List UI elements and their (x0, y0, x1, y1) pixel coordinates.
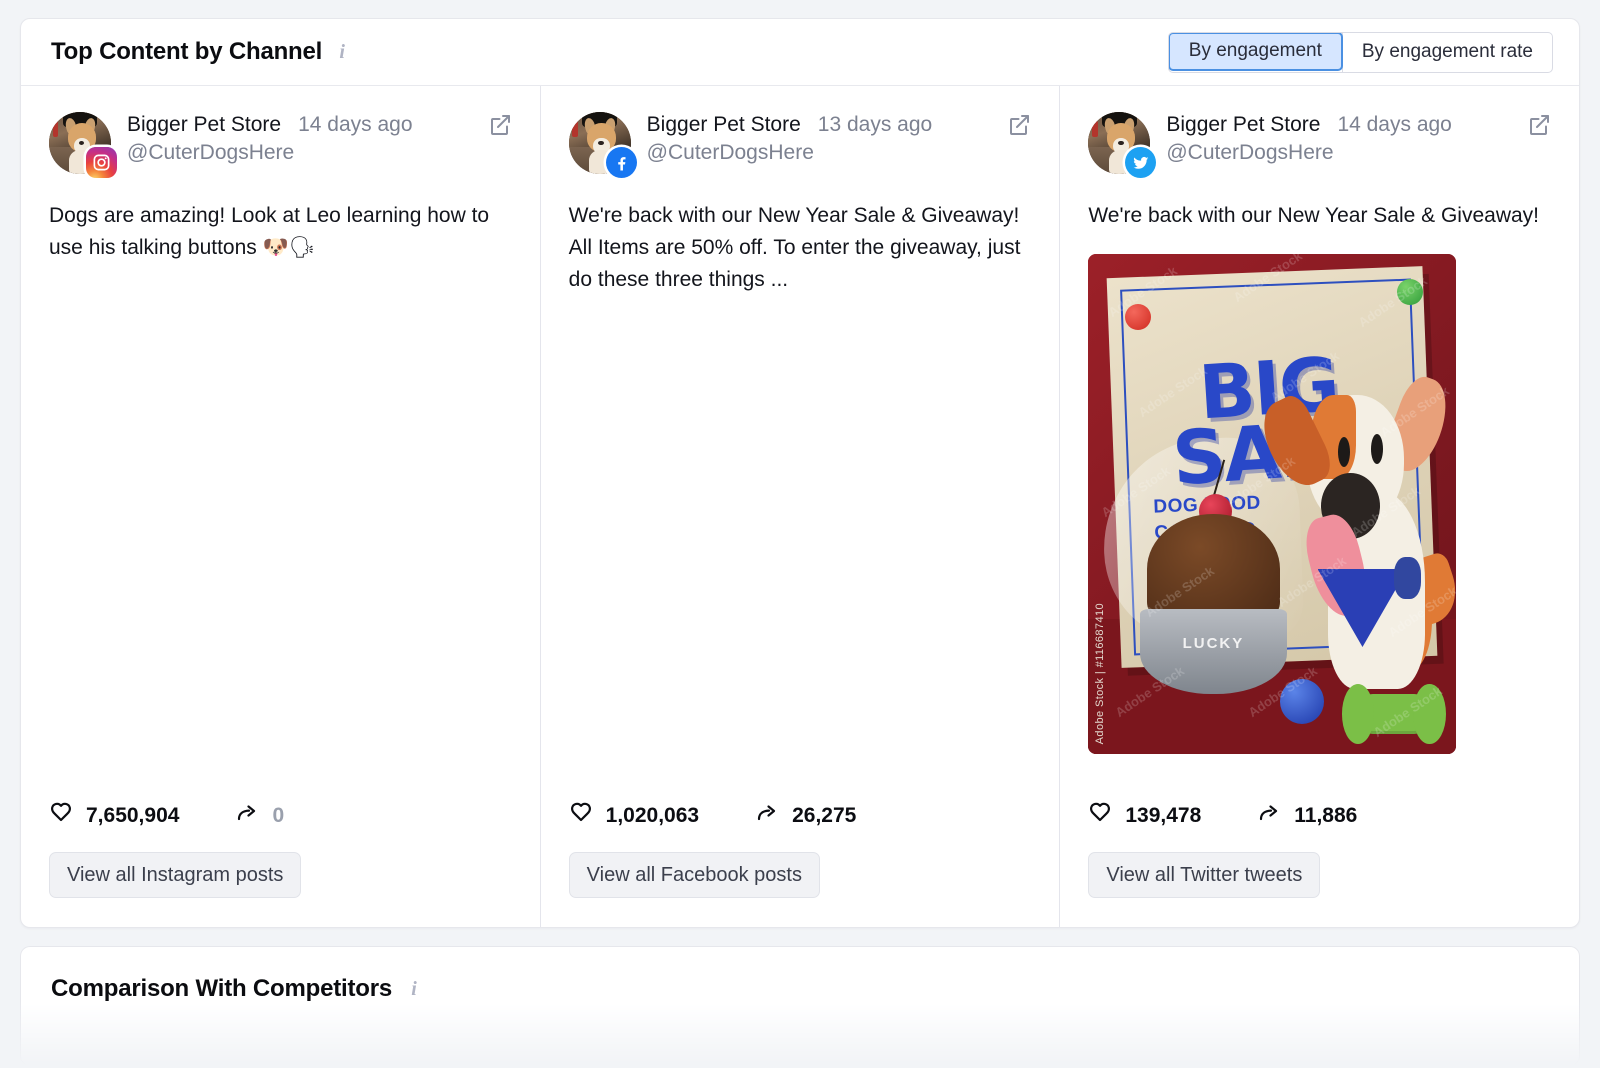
dog-illustration (1276, 389, 1449, 689)
column-footer: 139,478 11,886 View all Twitter tweets (1088, 801, 1551, 928)
avatar (569, 112, 631, 174)
engagement-toggle-group[interactable]: By engagement By engagement rate (1168, 32, 1553, 73)
likes-count: 1,020,063 (606, 804, 699, 828)
info-icon[interactable]: i (334, 42, 350, 62)
post-meta: Bigger Pet Store 14 days ago @CuterDogsH… (1166, 112, 1551, 165)
shares-stat: 26,275 (755, 801, 856, 830)
engagement-stats: 1,020,063 26,275 (569, 801, 1032, 830)
shares-count: 11,886 (1294, 804, 1357, 828)
engagement-stats: 7,650,904 0 (49, 801, 512, 830)
tab-by-engagement-rate[interactable]: By engagement rate (1342, 33, 1552, 72)
channel-columns: Bigger Pet Store 14 days ago @CuterDogsH… (21, 86, 1579, 928)
engagement-stats: 139,478 11,886 (1088, 801, 1551, 830)
instagram-icon (86, 147, 117, 178)
likes-stat: 139,478 (1088, 801, 1201, 830)
ball-icon (1280, 679, 1324, 724)
post-header: Bigger Pet Store 13 days ago @CuterDogsH… (569, 112, 1032, 174)
share-icon (235, 801, 259, 830)
dashboard-page: Top Content by Channel i By engagement B… (0, 0, 1600, 1068)
post-timestamp: 13 days ago (818, 113, 932, 137)
external-link-icon[interactable] (1007, 113, 1031, 137)
page-title: Top Content by Channel (51, 38, 322, 66)
avatar (49, 112, 111, 174)
card-header: Top Content by Channel i By engagement B… (21, 19, 1579, 86)
shares-count: 0 (272, 804, 284, 828)
shares-stat: 0 (235, 801, 284, 830)
red-pin-icon (1125, 304, 1151, 330)
external-link-icon[interactable] (488, 113, 512, 137)
top-content-by-channel-card: Top Content by Channel i By engagement B… (20, 18, 1580, 928)
likes-stat: 7,650,904 (49, 801, 179, 830)
shares-count: 26,275 (792, 804, 856, 828)
post-timestamp: 14 days ago (298, 113, 412, 137)
title-group: Top Content by Channel i (51, 38, 350, 66)
stock-credit: Adobe Stock | #116687410 (1094, 603, 1106, 744)
bone-icon (1353, 694, 1434, 734)
post-meta: Bigger Pet Store 14 days ago @CuterDogsH… (127, 112, 512, 165)
tab-by-engagement[interactable]: By engagement (1168, 32, 1343, 71)
share-icon (755, 801, 779, 830)
share-icon (1257, 801, 1281, 830)
heart-icon (49, 801, 73, 830)
channel-column-facebook: Bigger Pet Store 13 days ago @CuterDogsH… (540, 86, 1060, 928)
dog-bowl: LUCKY (1140, 609, 1287, 694)
likes-stat: 1,020,063 (569, 801, 699, 830)
bowl-label: LUCKY (1140, 635, 1287, 652)
post-text: We're back with our New Year Sale & Give… (1088, 200, 1551, 232)
column-footer: 1,020,063 26,275 View all Facebook posts (569, 801, 1032, 928)
bottom-section-title: Comparison With Competitors (51, 975, 392, 1003)
post-author: Bigger Pet Store (127, 113, 281, 137)
heart-icon (569, 801, 593, 830)
big-sale-poster-image[interactable]: BIG SALE DOG FOOD CAT FOOD (1088, 254, 1456, 754)
post-handle: @CuterDogsHere (127, 141, 512, 165)
twitter-icon (1125, 147, 1156, 178)
post-author: Bigger Pet Store (647, 113, 801, 137)
post-text: Dogs are amazing! Look at Leo learning h… (49, 200, 512, 264)
kibble-pile (1147, 514, 1279, 624)
post-timestamp: 14 days ago (1337, 113, 1451, 137)
post-header: Bigger Pet Store 14 days ago @CuterDogsH… (1088, 112, 1551, 174)
facebook-icon (606, 147, 637, 178)
post-text: We're back with our New Year Sale & Give… (569, 200, 1032, 296)
likes-count: 139,478 (1125, 804, 1201, 828)
shares-stat: 11,886 (1257, 801, 1357, 830)
post-meta: Bigger Pet Store 13 days ago @CuterDogsH… (647, 112, 1032, 165)
view-all-facebook-posts-button[interactable]: View all Facebook posts (569, 852, 820, 898)
view-all-twitter-tweets-button[interactable]: View all Twitter tweets (1088, 852, 1320, 898)
channel-column-twitter: Bigger Pet Store 14 days ago @CuterDogsH… (1059, 86, 1579, 928)
bottom-title-group: Comparison With Competitors i (51, 975, 1549, 1003)
post-handle: @CuterDogsHere (647, 141, 1032, 165)
likes-count: 7,650,904 (86, 804, 179, 828)
info-icon[interactable]: i (406, 979, 422, 999)
view-all-instagram-posts-button[interactable]: View all Instagram posts (49, 852, 301, 898)
avatar (1088, 112, 1150, 174)
post-header: Bigger Pet Store 14 days ago @CuterDogsH… (49, 112, 512, 174)
column-footer: 7,650,904 0 View all Instagram posts (49, 801, 512, 928)
channel-column-instagram: Bigger Pet Store 14 days ago @CuterDogsH… (21, 86, 540, 928)
comparison-with-competitors-card: Comparison With Competitors i (20, 946, 1580, 1066)
external-link-icon[interactable] (1527, 113, 1551, 137)
post-author: Bigger Pet Store (1166, 113, 1320, 137)
heart-icon (1088, 801, 1112, 830)
post-handle: @CuterDogsHere (1166, 141, 1551, 165)
